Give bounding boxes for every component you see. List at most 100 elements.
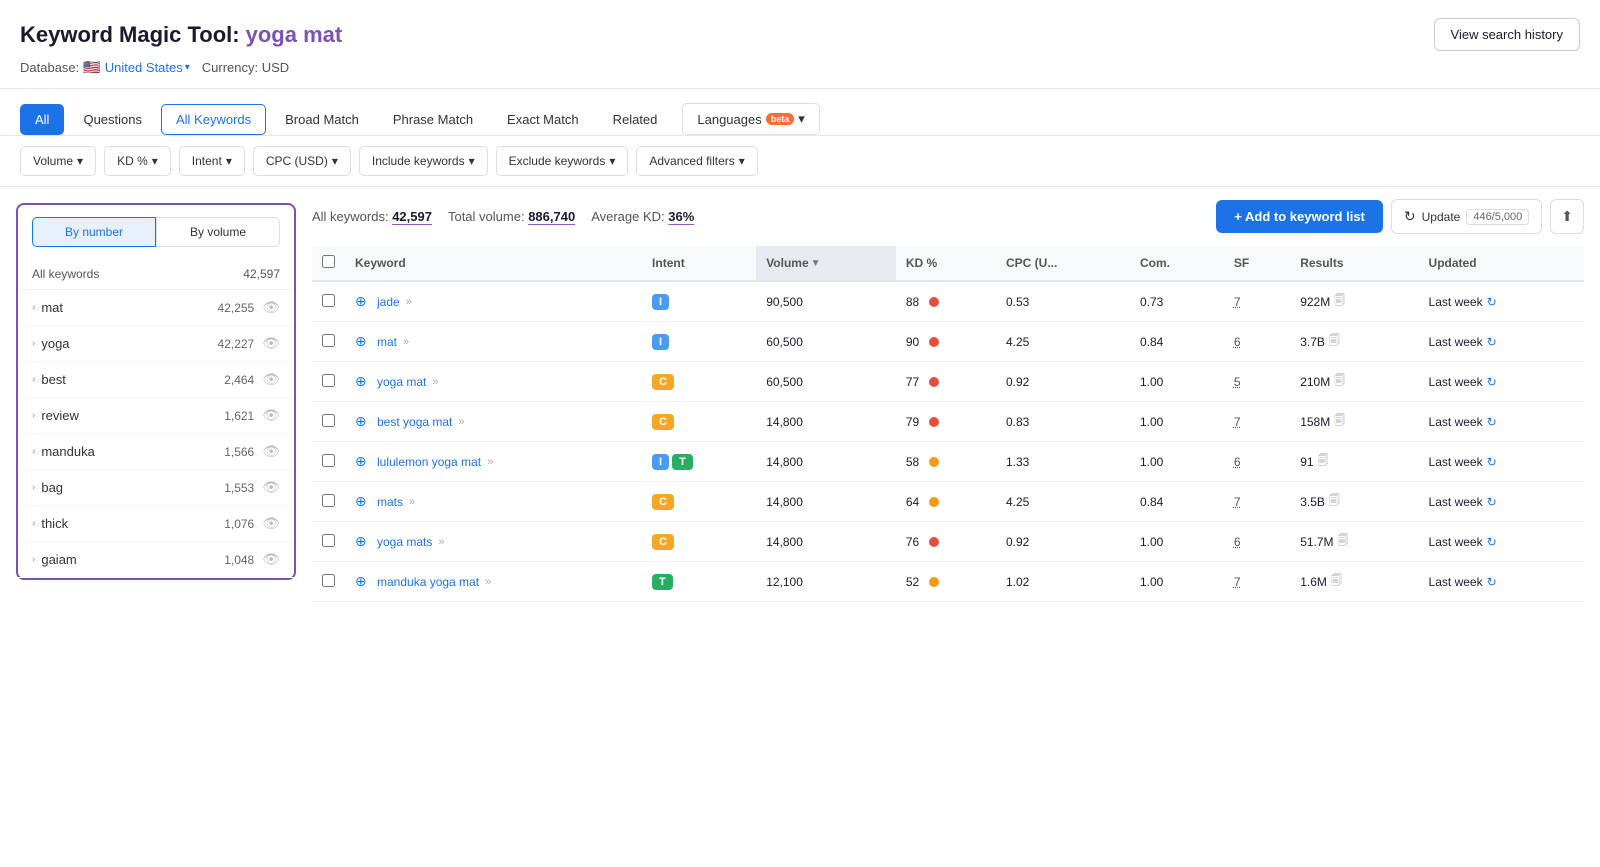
tab-all[interactable]: All bbox=[20, 104, 64, 135]
sort-icon: ▼ bbox=[811, 258, 821, 269]
keyword-link[interactable]: mats bbox=[377, 495, 403, 509]
row-checkbox[interactable] bbox=[322, 294, 335, 307]
refresh-icon[interactable]: ↻ bbox=[1487, 335, 1497, 349]
eye-icon[interactable]: 👁 bbox=[262, 371, 280, 388]
add-keyword-icon[interactable]: ⊕ bbox=[355, 573, 371, 590]
refresh-icon[interactable]: ↻ bbox=[1487, 455, 1497, 469]
by-volume-button[interactable]: By volume bbox=[156, 217, 280, 247]
page-icon[interactable]: 🗐 bbox=[1329, 492, 1340, 511]
tab-broad-match[interactable]: Broad Match bbox=[270, 104, 374, 135]
refresh-icon[interactable]: ↻ bbox=[1487, 375, 1497, 389]
refresh-icon[interactable]: ↻ bbox=[1487, 495, 1497, 509]
refresh-icon[interactable]: ↻ bbox=[1487, 535, 1497, 549]
row-checkbox[interactable] bbox=[322, 374, 335, 387]
results-cell: 1.6M 🗐 bbox=[1300, 572, 1408, 591]
eye-icon[interactable]: 👁 bbox=[262, 479, 280, 496]
eye-icon[interactable]: 👁 bbox=[262, 299, 280, 316]
row-checkbox[interactable] bbox=[322, 534, 335, 547]
sf-value: 6 bbox=[1234, 335, 1241, 349]
view-history-button[interactable]: View search history bbox=[1434, 18, 1580, 51]
row-checkbox[interactable] bbox=[322, 334, 335, 347]
page-icon[interactable]: 🗐 bbox=[1334, 292, 1345, 311]
results-value: 210M bbox=[1300, 375, 1330, 389]
add-keyword-icon[interactable]: ⊕ bbox=[355, 533, 371, 550]
updated-cell: Last week ↻ bbox=[1429, 495, 1574, 509]
tab-exact-match[interactable]: Exact Match bbox=[492, 104, 594, 135]
tab-related[interactable]: Related bbox=[598, 104, 673, 135]
updated-cell: Last week ↻ bbox=[1429, 535, 1574, 549]
eye-icon[interactable]: 👁 bbox=[262, 551, 280, 568]
page-icon[interactable]: 🗐 bbox=[1318, 452, 1329, 471]
sidebar-item[interactable]: › yoga 42,227 👁 bbox=[18, 326, 294, 362]
page-icon[interactable]: 🗐 bbox=[1334, 372, 1345, 391]
intent-badge: I bbox=[652, 334, 669, 350]
page-icon[interactable]: 🗐 bbox=[1331, 572, 1342, 591]
keyword-link[interactable]: lululemon yoga mat bbox=[377, 455, 481, 469]
row-checkbox[interactable] bbox=[322, 454, 335, 467]
cpc-filter[interactable]: CPC (USD) ▾ bbox=[253, 146, 351, 176]
results-value: 51.7M bbox=[1300, 535, 1333, 549]
eye-icon[interactable]: 👁 bbox=[262, 515, 280, 532]
sidebar-item[interactable]: › gaiam 1,048 👁 bbox=[18, 542, 294, 578]
add-keyword-icon[interactable]: ⊕ bbox=[355, 293, 371, 310]
tab-languages[interactable]: Languages beta ▾ bbox=[682, 103, 819, 135]
col-volume[interactable]: Volume ▼ bbox=[756, 246, 896, 281]
add-keyword-icon[interactable]: ⊕ bbox=[355, 373, 371, 390]
volume-value: 12,100 bbox=[756, 562, 896, 602]
keyword-link[interactable]: yoga mats bbox=[377, 535, 432, 549]
kd-dot bbox=[929, 417, 939, 427]
sidebar-item[interactable]: › bag 1,553 👁 bbox=[18, 470, 294, 506]
eye-icon[interactable]: 👁 bbox=[262, 443, 280, 460]
row-checkbox[interactable] bbox=[322, 414, 335, 427]
keyword-link[interactable]: jade bbox=[377, 295, 400, 309]
exclude-keywords-filter[interactable]: Exclude keywords ▾ bbox=[496, 146, 629, 176]
add-keyword-icon[interactable]: ⊕ bbox=[355, 413, 371, 430]
advanced-filters-filter[interactable]: Advanced filters ▾ bbox=[636, 146, 757, 176]
row-checkbox[interactable] bbox=[322, 494, 335, 507]
cpc-value: 1.33 bbox=[996, 442, 1130, 482]
eye-icon[interactable]: 👁 bbox=[262, 407, 280, 424]
intent-filter[interactable]: Intent ▾ bbox=[179, 146, 245, 176]
sidebar-item[interactable]: › review 1,621 👁 bbox=[18, 398, 294, 434]
kd-filter[interactable]: KD % ▾ bbox=[104, 146, 171, 176]
sf-value: 7 bbox=[1234, 295, 1241, 309]
sidebar-item[interactable]: › thick 1,076 👁 bbox=[18, 506, 294, 542]
add-keyword-icon[interactable]: ⊕ bbox=[355, 453, 371, 470]
tab-questions[interactable]: Questions bbox=[68, 104, 157, 135]
refresh-icon[interactable]: ↻ bbox=[1487, 415, 1497, 429]
select-all-checkbox[interactable] bbox=[322, 255, 335, 268]
refresh-icon[interactable]: ↻ bbox=[1487, 575, 1497, 589]
by-number-button[interactable]: By number bbox=[32, 217, 156, 247]
kd-cell: 77 bbox=[906, 375, 986, 389]
export-button[interactable]: ⬆ bbox=[1550, 199, 1584, 234]
page-icon[interactable]: 🗐 bbox=[1334, 412, 1345, 431]
volume-value: 60,500 bbox=[756, 362, 896, 402]
sidebar-item[interactable]: › mat 42,255 👁 bbox=[18, 290, 294, 326]
add-keyword-icon[interactable]: ⊕ bbox=[355, 333, 371, 350]
volume-filter[interactable]: Volume ▾ bbox=[20, 146, 96, 176]
com-value: 1.00 bbox=[1130, 402, 1224, 442]
sidebar-item[interactable]: › manduka 1,566 👁 bbox=[18, 434, 294, 470]
page-icon[interactable]: 🗐 bbox=[1338, 532, 1349, 551]
col-keyword: Keyword bbox=[345, 246, 642, 281]
row-checkbox[interactable] bbox=[322, 574, 335, 587]
add-keyword-icon[interactable]: ⊕ bbox=[355, 493, 371, 510]
database-selector[interactable]: United States ▾ bbox=[105, 60, 190, 75]
tab-phrase-match[interactable]: Phrase Match bbox=[378, 104, 488, 135]
intent-group: C bbox=[652, 494, 746, 510]
add-to-keyword-list-button[interactable]: + Add to keyword list bbox=[1216, 200, 1383, 233]
volume-label: Volume bbox=[33, 154, 73, 168]
keyword-link[interactable]: mat bbox=[377, 335, 397, 349]
keyword-link[interactable]: best yoga mat bbox=[377, 415, 452, 429]
include-keywords-filter[interactable]: Include keywords ▾ bbox=[359, 146, 488, 176]
eye-icon[interactable]: 👁 bbox=[262, 335, 280, 352]
keyword-link[interactable]: manduka yoga mat bbox=[377, 575, 479, 589]
main-content: By number By volume All keywords 42,597 … bbox=[0, 187, 1600, 614]
tab-all-keywords[interactable]: All Keywords bbox=[161, 104, 266, 135]
refresh-icon[interactable]: ↻ bbox=[1487, 295, 1497, 309]
update-button[interactable]: ↻ Update 446/5,000 bbox=[1391, 199, 1542, 234]
keyword-link[interactable]: yoga mat bbox=[377, 375, 426, 389]
chevron-down-icon: ▾ bbox=[77, 154, 83, 168]
page-icon[interactable]: 🗐 bbox=[1329, 332, 1340, 351]
sidebar-item[interactable]: › best 2,464 👁 bbox=[18, 362, 294, 398]
